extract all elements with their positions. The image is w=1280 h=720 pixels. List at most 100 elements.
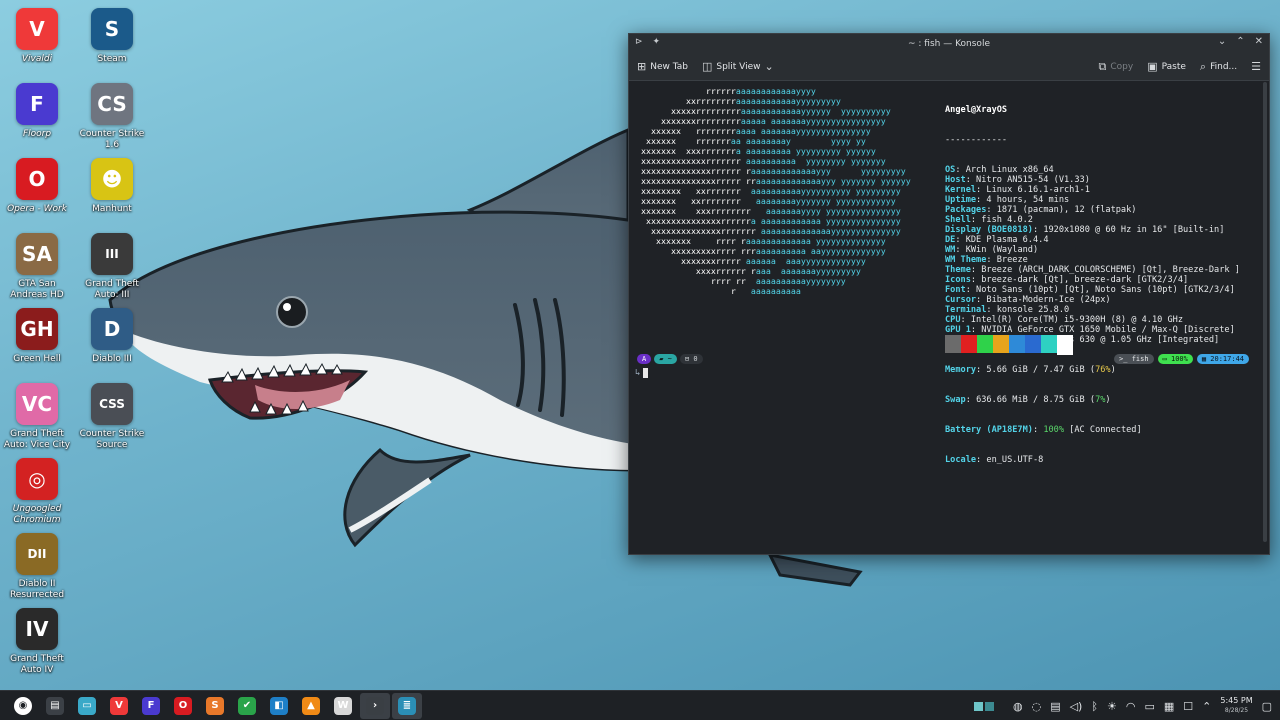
fastfetch-info: Angel@XrayOS ------------ OS: Arch Linux…	[945, 85, 1240, 485]
info-row: DE: KDE Plasma 6.4.4	[945, 235, 1049, 245]
color-palette	[945, 335, 1073, 355]
paste-button[interactable]: ▣ Paste	[1147, 60, 1186, 73]
desktop-icon-label: Green Hell	[13, 354, 61, 364]
desktop-icon-grand-theft-auto-iii[interactable]: III Grand Theft Auto: III	[77, 233, 147, 301]
desktop-icon-green-hell[interactable]: GH Green Hell	[2, 308, 72, 365]
brightness-icon[interactable]: ☀	[1107, 700, 1117, 713]
app-icon: V	[16, 8, 58, 50]
desktop-icon-gta-san-andreas-hd[interactable]: SA GTA San Andreas HD	[2, 233, 72, 301]
desktop-icon-grand-theft-auto-vice-city[interactable]: VC Grand Theft Auto: Vice City	[2, 383, 72, 451]
taskbar-dolphin-button[interactable]: ◧	[264, 693, 294, 719]
clipboard-icon[interactable]: ▤	[1050, 700, 1060, 713]
logo-line: rrrrrraaaaaaaaaaaayyyy	[631, 86, 816, 96]
virtual-desktop-pager[interactable]	[973, 701, 994, 711]
maximize-icon[interactable]: ⌃	[1236, 36, 1244, 47]
prompt-input-line[interactable]: ↳	[635, 368, 649, 378]
desktop-icon-diablo-ii-resurrected[interactable]: DII Diablo II Resurrected	[2, 533, 72, 601]
app-icon: CS	[91, 83, 133, 125]
split-view-button[interactable]: ◫ Split View ⌄	[702, 60, 774, 73]
taskbar-kate-button[interactable]: ≣	[392, 692, 422, 719]
sublime-icon: S	[206, 696, 224, 715]
paste-icon: ▣	[1147, 60, 1158, 73]
desktop-icon-floorp[interactable]: F Floorp	[2, 83, 72, 140]
window-titlebar[interactable]: ⊳ ✦ ~ : fish — Konsole ⌄ ⌃ ✕	[629, 34, 1269, 53]
taskbar-launcher-button[interactable]: ◉	[8, 693, 38, 719]
palette-swatch	[1041, 335, 1057, 353]
battery-tray-icon[interactable]: ▭	[1144, 700, 1154, 713]
taskbar-sublime-button[interactable]: S	[200, 693, 230, 719]
desktop-icon-counter-strike-source[interactable]: CSS Counter Strike Source	[77, 383, 147, 451]
floorp-icon: F	[142, 696, 160, 715]
arch-segment: A	[637, 354, 652, 364]
palette-swatch	[977, 335, 993, 353]
terminal-area[interactable]: rrrrrraaaaaaaaaaaayyyy xxrrrrrrrraaaaaaa…	[629, 82, 1269, 554]
notifications-icon[interactable]: ☐	[1183, 700, 1193, 713]
launcher-icon: ◉	[14, 696, 32, 715]
logo-line: xxxxxxxx xxrrrrrrr aaaaaaaaaayyyyyyyyyy …	[631, 186, 901, 196]
bluetooth-icon[interactable]: ᛒ	[1091, 700, 1098, 713]
taskbar-vscode-alt-button[interactable]: ✔	[232, 693, 262, 719]
taskbar-vlc-button[interactable]: ▲	[296, 693, 326, 719]
taskbar-opera-button[interactable]: O	[168, 693, 198, 719]
app-icon: III	[91, 233, 133, 275]
copy-button[interactable]: ⧉ Copy	[1099, 60, 1134, 74]
wifi-icon[interactable]: ◠	[1126, 700, 1136, 713]
info-row-swap: Swap: 636.66 MiB / 8.75 GiB (7%)	[945, 395, 1111, 405]
taskbar-konsole-button[interactable]: ›	[360, 692, 390, 719]
logo-line: xxxxxxxxxxxxxxrrrrrrr aaaaaaaaaaaaaayyyy…	[631, 226, 901, 236]
show-desktop-icon[interactable]: ▢	[1262, 700, 1272, 713]
find-button[interactable]: ⌕ Find...	[1200, 60, 1237, 74]
volume-icon[interactable]: ◁)	[1070, 700, 1083, 713]
info-row: Terminal: konsole 25.8.0	[945, 305, 1070, 315]
app-icon: DII	[16, 533, 58, 575]
prompt-right-segments: >_ fish ▭ 100% ▦ 20:17:44	[1114, 354, 1249, 364]
desktop-icon-ungoogled-chromium[interactable]: ◎ Ungoogled Chromium	[2, 458, 72, 526]
palette-swatch	[993, 335, 1009, 353]
taskbar-wps-button[interactable]: W	[328, 693, 358, 719]
info-row: WM: KWin (Wayland)	[945, 245, 1039, 255]
app-icon: F	[16, 83, 58, 125]
hamburger-menu-button[interactable]: ☰	[1251, 60, 1261, 73]
app-icon: CSS	[91, 383, 133, 425]
desktop-icon-steam[interactable]: S Steam	[77, 8, 147, 65]
prompt-arrow-icon: ↳	[635, 368, 641, 378]
info-row-locale: Locale: en_US.UTF-8	[945, 455, 1044, 465]
cpu-icon[interactable]: ▦	[1164, 700, 1174, 713]
taskbar-terminal-pinned-button[interactable]: ▤	[40, 693, 70, 719]
discord-tray-icon[interactable]: ◌	[1032, 700, 1042, 713]
pin-icon[interactable]: ✦	[653, 37, 661, 47]
desktop-icon-diablo-iii[interactable]: D Diablo III	[77, 308, 147, 365]
logo-line: xxxxxx rrrrrrrraaaa aaaaaaayyyyyyyyyyyyy…	[631, 126, 871, 136]
new-tab-button[interactable]: ⊞ New Tab	[637, 60, 688, 73]
taskbar: ◉ ▤ ▭ V F O S ✔ ◧ ▲ W › ≣ ◍ ◌ ▤ ◁) ᛒ ☀ ◠ ▭ ▦ ☐ ⌃ 5:4…	[0, 690, 1280, 720]
konsole-window[interactable]: ⊳ ✦ ~ : fish — Konsole ⌄ ⌃ ✕ ⊞ New Tab ◫…	[628, 33, 1270, 555]
logo-line: xxxxxxxxxxxxxxxrrrrrra aaaaaaaaaaaa yyyy…	[631, 216, 901, 226]
logo-line: xxxxxxx xxxrrrrrrrr aaaaaaayyyy yyyyyyyy…	[631, 206, 901, 216]
opera-icon: O	[174, 696, 192, 715]
battery-segment: ▭ 100%	[1157, 354, 1193, 364]
digital-clock[interactable]: 5:45 PM 8/28/25	[1220, 696, 1252, 716]
window-menu-icon[interactable]: ⊳	[635, 37, 643, 47]
desktop-icon-vivaldi[interactable]: V Vivaldi	[2, 8, 72, 65]
desktop-icon-counter-strike-1-6[interactable]: CS Counter Strike 1.6	[77, 83, 147, 151]
info-row: Shell: fish 4.0.2	[945, 215, 1033, 225]
app-icon: IV	[16, 608, 58, 650]
terminal-scrollbar[interactable]	[1263, 82, 1267, 542]
dolphin-icon: ◧	[270, 696, 288, 715]
desktop-icon-manhunt[interactable]: ☻ Manhunt	[77, 158, 147, 215]
desktop-icon-label: Ungoogled Chromium	[12, 504, 62, 525]
taskbar-files-button[interactable]: ▭	[72, 693, 102, 719]
desktop-icon-grand-theft-auto-iv[interactable]: IV Grand Theft Auto IV	[2, 608, 72, 676]
expand-tray-icon[interactable]: ⌃	[1202, 700, 1211, 713]
desktop-icon-opera-work[interactable]: O Opera - Work	[2, 158, 72, 215]
taskbar-floorp-button[interactable]: F	[136, 693, 166, 719]
shell-segment: >_ fish	[1114, 354, 1154, 364]
konsole-icon: ›	[366, 696, 384, 715]
info-row: Host: Nitro AN515-54 (V1.33)	[945, 175, 1090, 185]
close-icon[interactable]: ✕	[1255, 36, 1263, 47]
hamburger-menu-icon: ☰	[1251, 60, 1261, 73]
steam-tray-icon[interactable]: ◍	[1013, 700, 1023, 713]
app-icon: S	[91, 8, 133, 50]
taskbar-vivaldi-button[interactable]: V	[104, 693, 134, 719]
minimize-icon[interactable]: ⌄	[1218, 36, 1226, 47]
